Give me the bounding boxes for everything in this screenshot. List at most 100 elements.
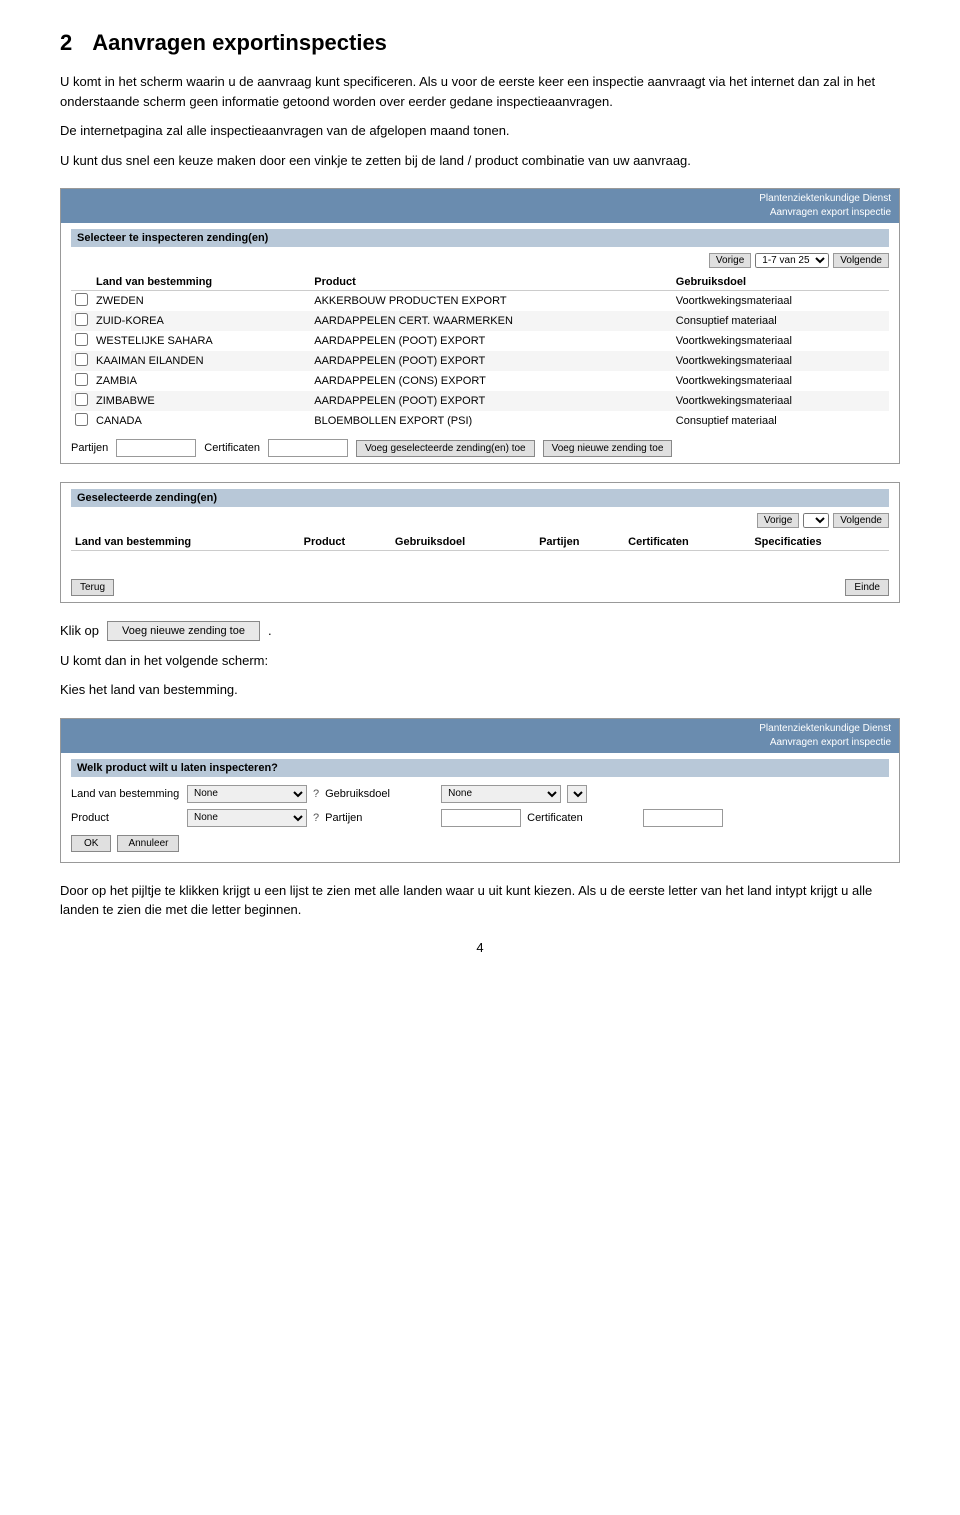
screen1-section-bar: Selecteer te inspecteren zending(en) xyxy=(71,229,889,247)
row-land: KAAIMAN EILANDEN xyxy=(92,351,310,371)
row-gebruik: Voortkwekingsmateriaal xyxy=(672,351,889,371)
row-land: CANADA xyxy=(92,411,310,431)
row-land: ZIMBABWE xyxy=(92,391,310,411)
screen1: Plantenziektenkundige Dienst Aanvragen e… xyxy=(60,188,900,464)
form-row-land: Land van bestemming None ? Gebruiksdoel … xyxy=(71,785,889,803)
form-gebruik-arrow[interactable] xyxy=(567,785,587,803)
row-gebruik: Consuptief materiaal xyxy=(672,411,889,431)
screen1-pagination: Vorige 1-7 van 25 Volgende xyxy=(71,253,889,268)
form-screen: Plantenziektenkundige Dienst Aanvragen e… xyxy=(60,718,900,863)
s2-col-gebruik: Gebruiksdoel xyxy=(391,534,535,551)
form-partijen-input[interactable] xyxy=(441,809,521,827)
page-number: 4 xyxy=(60,940,900,955)
form-ok-btn[interactable]: OK xyxy=(71,835,111,852)
row-product: AARDAPPELEN (POOT) EXPORT xyxy=(310,351,672,371)
row-gebruik: Voortkwekingsmateriaal xyxy=(672,391,889,411)
s2-col-product: Product xyxy=(300,534,391,551)
row-checkbox-1[interactable] xyxy=(75,313,88,326)
screen1-header-line2: Aanvragen export inspectie xyxy=(69,206,891,220)
row-land: ZAMBIA xyxy=(92,371,310,391)
table-row: ZIMBABWE AARDAPPELEN (POOT) EXPORT Voort… xyxy=(71,391,889,411)
s2-col-land: Land van bestemming xyxy=(71,534,300,551)
table-row: ZAMBIA AARDAPPELEN (CONS) EXPORT Voortkw… xyxy=(71,371,889,391)
screen1-volgende-btn[interactable]: Volgende xyxy=(833,253,889,268)
screen2-vorige-btn[interactable]: Vorige xyxy=(757,513,799,528)
klik-op-row: Klik op Voeg nieuwe zending toe . xyxy=(60,621,900,641)
row-checkbox-5[interactable] xyxy=(75,393,88,406)
voeg-nieuwe-btn-screen1[interactable]: Voeg nieuwe zending toe xyxy=(543,440,673,457)
screen1-table: Land van bestemming Product Gebruiksdoel… xyxy=(71,274,889,431)
next-screen-p2: Kies het land van bestemming. xyxy=(60,680,900,700)
row-checkbox-0[interactable] xyxy=(75,293,88,306)
paragraph-1: U komt in het scherm waarin u de aanvraa… xyxy=(60,72,900,111)
voeg-geselecteerde-btn[interactable]: Voeg geselecteerde zending(en) toe xyxy=(356,440,535,457)
certificaten-label: Certificaten xyxy=(204,442,260,454)
row-product: AARDAPPELEN CERT. WAARMERKEN xyxy=(310,311,672,331)
row-checkbox-4[interactable] xyxy=(75,373,88,386)
final-text: Door op het pijltje te klikken krijgt u … xyxy=(60,881,900,920)
row-checkbox-cell xyxy=(71,311,92,331)
screen1-page-select[interactable]: 1-7 van 25 xyxy=(755,253,829,268)
form-gebruik-label: Gebruiksdoel xyxy=(325,788,435,800)
form-certificaten-label: Certificaten xyxy=(527,812,637,824)
col-land: Land van bestemming xyxy=(92,274,310,291)
form-product-label: Product xyxy=(71,812,181,824)
screen1-header-line1: Plantenziektenkundige Dienst xyxy=(69,192,891,206)
partijen-input[interactable] xyxy=(116,439,196,457)
row-land: ZUID-KOREA xyxy=(92,311,310,331)
s2-col-cert: Certificaten xyxy=(624,534,750,551)
form-section-bar: Welk product wilt u laten inspecteren? xyxy=(71,759,889,777)
form-row-product: Product None ? Partijen Certificaten xyxy=(71,809,889,827)
row-gebruik: Voortkwekingsmateriaal xyxy=(672,371,889,391)
row-checkbox-cell xyxy=(71,411,92,431)
table-row: KAAIMAN EILANDEN AARDAPPELEN (POOT) EXPO… xyxy=(71,351,889,371)
form-land-label: Land van bestemming xyxy=(71,788,181,800)
terug-btn[interactable]: Terug xyxy=(71,579,114,596)
klik-op-label: Klik op xyxy=(60,623,99,638)
row-product: AARDAPPELEN (CONS) EXPORT xyxy=(310,371,672,391)
row-checkbox-cell xyxy=(71,391,92,411)
form-land-select[interactable]: None xyxy=(187,785,307,803)
form-partijen-label: Partijen xyxy=(325,812,435,824)
col-checkbox xyxy=(71,274,92,291)
certificaten-input[interactable] xyxy=(268,439,348,457)
col-product: Product xyxy=(310,274,672,291)
form-annuleer-btn[interactable]: Annuleer xyxy=(117,835,179,852)
screen1-vorige-btn[interactable]: Vorige xyxy=(709,253,751,268)
row-land: ZWEDEN xyxy=(92,291,310,312)
col-gebruik: Gebruiksdoel xyxy=(672,274,889,291)
einde-btn[interactable]: Einde xyxy=(845,579,889,596)
form-product-select[interactable]: None xyxy=(187,809,307,827)
form-certificaten-input[interactable] xyxy=(643,809,723,827)
row-product: AARDAPPELEN (POOT) EXPORT xyxy=(310,391,672,411)
row-gebruik: Consuptief materiaal xyxy=(672,311,889,331)
s2-col-partijen: Partijen xyxy=(535,534,624,551)
form-body: Welk product wilt u laten inspecteren? L… xyxy=(61,753,899,862)
screen1-bottom-row: Partijen Certificaten Voeg geselecteerde… xyxy=(71,439,889,457)
next-screen-p1: U komt dan in het volgende scherm: xyxy=(60,651,900,671)
form-screen-header: Plantenziektenkundige Dienst Aanvragen e… xyxy=(61,719,899,753)
row-checkbox-cell xyxy=(71,331,92,351)
row-land: WESTELIJKE SAHARA xyxy=(92,331,310,351)
screen1-header: Plantenziektenkundige Dienst Aanvragen e… xyxy=(61,189,899,223)
form-product-help-icon[interactable]: ? xyxy=(313,812,319,824)
klik-op-dot: . xyxy=(268,623,272,638)
row-product: AKKERBOUW PRODUCTEN EXPORT xyxy=(310,291,672,312)
row-product: AARDAPPELEN (POOT) EXPORT xyxy=(310,331,672,351)
section-title-text: Aanvragen exportinspecties xyxy=(92,30,387,56)
screen2-page-select[interactable] xyxy=(803,513,829,528)
form-land-help-icon[interactable]: ? xyxy=(313,788,319,800)
table-row: ZUID-KOREA AARDAPPELEN CERT. WAARMERKEN … xyxy=(71,311,889,331)
row-checkbox-cell xyxy=(71,291,92,312)
row-checkbox-2[interactable] xyxy=(75,333,88,346)
form-gebruik-select[interactable]: None xyxy=(441,785,561,803)
screen2-footer-btns: Terug Einde xyxy=(71,579,889,596)
row-checkbox-6[interactable] xyxy=(75,413,88,426)
row-checkbox-3[interactable] xyxy=(75,353,88,366)
form-header-line1: Plantenziektenkundige Dienst xyxy=(69,722,891,736)
screen2-volgende-btn[interactable]: Volgende xyxy=(833,513,889,528)
screen2-table: Land van bestemming Product Gebruiksdoel… xyxy=(71,534,889,571)
form-header-line2: Aanvragen export inspectie xyxy=(69,736,891,750)
row-checkbox-cell xyxy=(71,371,92,391)
s2-col-spec: Specificaties xyxy=(750,534,889,551)
